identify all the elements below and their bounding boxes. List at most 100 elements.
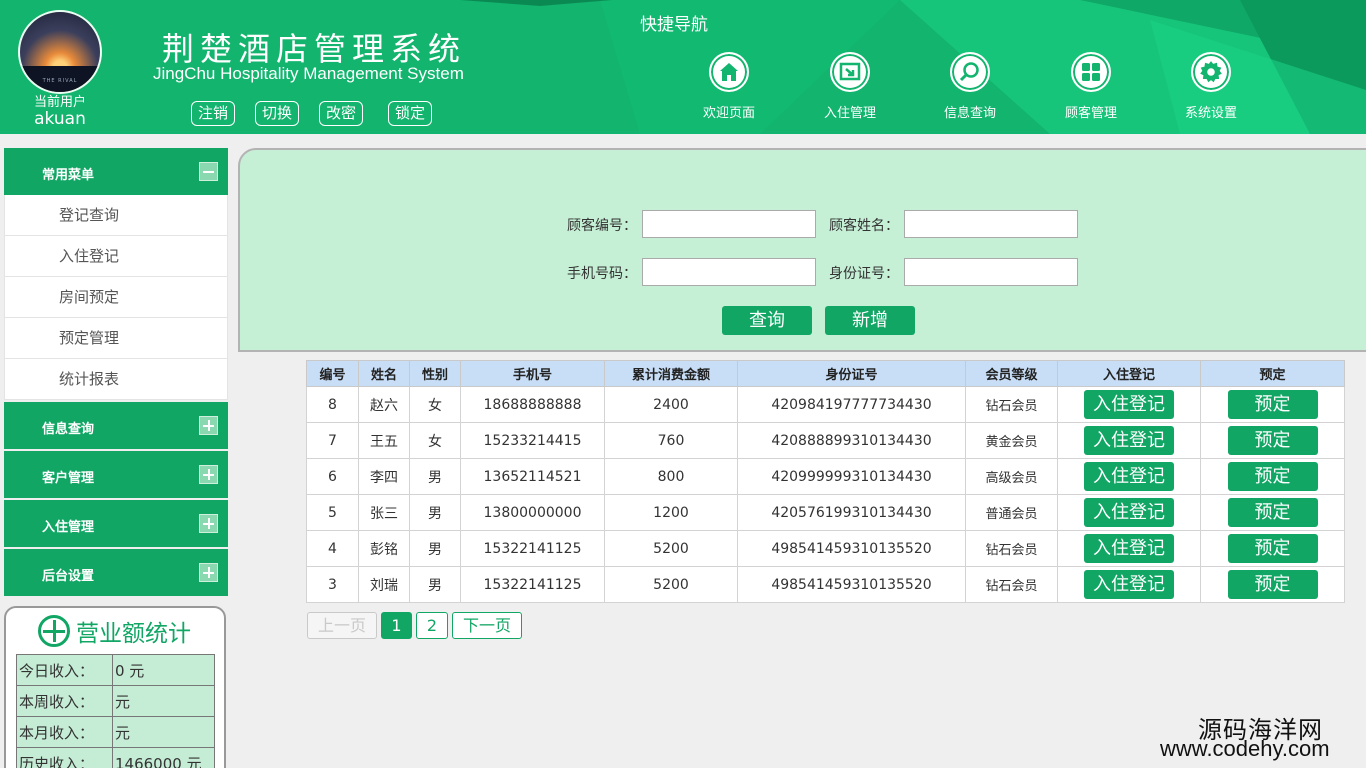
revenue-label: 历史收入： [16, 747, 113, 768]
cell-reserve: 预定 [1200, 422, 1345, 459]
lock-button[interactable]: 锁定 [388, 101, 433, 126]
checkin-button[interactable]: 入住登记 [1084, 498, 1174, 527]
sidebar-item-checkin-registration[interactable]: 入住登记 [4, 236, 228, 277]
revenue-label: 本周收入： [16, 685, 113, 717]
reserve-button[interactable]: 预定 [1227, 534, 1318, 563]
cell-gender: 男 [409, 458, 461, 495]
cell-phone: 15322141125 [460, 530, 605, 567]
prev-page-button[interactable]: 上一页 [307, 612, 377, 639]
phone-input[interactable] [642, 258, 816, 286]
table-row: 4 彭铭 男 15322141125 5200 4985414593101355… [306, 530, 1345, 567]
nav-label: 信息查询 [943, 106, 996, 121]
cell-idcard: 420984197777734430 [737, 386, 966, 423]
cell-id: 8 [306, 386, 359, 423]
cell-reserve: 预定 [1200, 494, 1345, 531]
sidebar-item-reservation-management[interactable]: 预定管理 [4, 318, 228, 359]
sidebar-group-checkin-management[interactable]: 入住管理 [4, 500, 228, 547]
checkin-button[interactable]: 入住登记 [1084, 390, 1174, 419]
nav-label: 系统设置 [1184, 106, 1237, 121]
cell-reserve: 预定 [1200, 386, 1345, 423]
reserve-button[interactable]: 预定 [1227, 570, 1318, 599]
cell-id: 6 [306, 458, 359, 495]
collapse-icon[interactable] [199, 162, 218, 181]
cell-id: 3 [306, 566, 359, 603]
add-button[interactable]: 新增 [825, 306, 915, 335]
table-row: 6 李四 男 13652114521 800 42099999931013443… [306, 458, 1345, 495]
cell-idcard: 498541459310135520 [737, 566, 966, 603]
sidebar-group-customer-management[interactable]: 客户管理 [4, 451, 228, 498]
nav-label: 顾客管理 [1064, 106, 1117, 121]
cell-spend: 5200 [604, 530, 738, 567]
checkin-button[interactable]: 入住登记 [1084, 534, 1174, 563]
cell-id: 4 [306, 530, 359, 567]
cell-level: 钻石会员 [965, 530, 1058, 567]
cell-checkin: 入住登记 [1057, 422, 1201, 459]
sidebar-item-room-reservation[interactable]: 房间预定 [4, 277, 228, 318]
customer-id-label: 顾客编号： [567, 218, 637, 234]
gear-icon [1191, 52, 1231, 92]
checkin-button[interactable]: 入住登记 [1084, 426, 1174, 455]
expand-icon[interactable] [199, 514, 218, 533]
column-header: 手机号 [460, 360, 605, 387]
cell-idcard: 420999999310134430 [737, 458, 966, 495]
next-page-button[interactable]: 下一页 [452, 612, 522, 639]
table-row: 5 张三 男 13800000000 1200 4205761993101344… [306, 494, 1345, 531]
avatar[interactable]: THE RIVAL [18, 10, 102, 94]
customer-name-input[interactable] [904, 210, 1078, 238]
revenue-panel: 营业额统计 今日收入： 0 元 本周收入：元 本月收入：元 历史收入： 146600… [4, 606, 226, 768]
reserve-button[interactable]: 预定 [1227, 390, 1318, 419]
revenue-table: 今日收入： 0 元 本周收入：元 本月收入：元 历史收入： 1466000 元 [16, 654, 215, 768]
nav-checkin[interactable]: 入住管理 [805, 52, 895, 121]
sidebar-group-info-query[interactable]: 信息查询 [4, 402, 228, 449]
cell-name: 张三 [358, 494, 410, 531]
sidebar-item-registration-query[interactable]: 登记查询 [4, 195, 228, 236]
page-2-button[interactable]: 2 [416, 612, 448, 639]
quick-nav-title: 快捷导航 [640, 15, 708, 35]
cell-phone: 13800000000 [460, 494, 605, 531]
sidebar-group-backend-settings[interactable]: 后台设置 [4, 549, 228, 596]
revenue-label: 本月收入： [16, 716, 113, 748]
nav-welcome[interactable]: 欢迎页面 [684, 52, 774, 121]
cell-level: 黄金会员 [965, 422, 1058, 459]
cell-phone: 13652114521 [460, 458, 605, 495]
column-header: 累计消费金额 [604, 360, 738, 387]
checkin-button[interactable]: 入住登记 [1084, 570, 1174, 599]
expand-icon[interactable] [199, 416, 218, 435]
reserve-button[interactable]: 预定 [1227, 426, 1318, 455]
nav-customer[interactable]: 顾客管理 [1046, 52, 1136, 121]
cell-spend: 2400 [604, 386, 738, 423]
cell-checkin: 入住登记 [1057, 386, 1201, 423]
cell-name: 彭铭 [358, 530, 410, 567]
expand-icon[interactable] [199, 563, 218, 582]
change-password-button[interactable]: 改密 [319, 101, 364, 126]
customer-id-input[interactable] [642, 210, 816, 238]
sidebar-group-common-menu[interactable]: 常用菜单 [4, 148, 228, 195]
cell-idcard: 420888899310134430 [737, 422, 966, 459]
id-card-label: 身份证号： [829, 266, 899, 282]
sidebar-item-statistics-report[interactable]: 统计报表 [4, 359, 228, 400]
checkin-button[interactable]: 入住登记 [1084, 462, 1174, 491]
switch-user-button[interactable]: 切换 [255, 101, 300, 126]
expand-icon[interactable] [199, 465, 218, 484]
cell-phone: 15322141125 [460, 566, 605, 603]
nav-label: 欢迎页面 [702, 106, 755, 121]
query-button[interactable]: 查询 [722, 306, 812, 335]
cell-name: 刘瑞 [358, 566, 410, 603]
table-row: 3 刘瑞 男 15322141125 5200 4985414593101355… [306, 566, 1345, 603]
id-card-input[interactable] [904, 258, 1078, 286]
nav-info-query[interactable]: 信息查询 [925, 52, 1015, 121]
cell-level: 普通会员 [965, 494, 1058, 531]
app-header: THE RIVAL 当前用户 akuan 荆楚酒店管理系统 JingChu Ho… [0, 0, 1366, 134]
username: akuan [34, 109, 86, 129]
page-1-button[interactable]: 1 [381, 612, 412, 639]
reserve-button[interactable]: 预定 [1227, 498, 1318, 527]
nav-settings[interactable]: 系统设置 [1166, 52, 1256, 121]
checkin-icon [830, 52, 870, 92]
revenue-value: 1466000 元 [112, 747, 215, 768]
cell-gender: 男 [409, 494, 461, 531]
table-row: 8 赵六 女 18688888888 2400 4209841977777344… [306, 386, 1345, 423]
logout-button[interactable]: 注销 [191, 101, 236, 126]
cell-spend: 5200 [604, 566, 738, 603]
reserve-button[interactable]: 预定 [1227, 462, 1318, 491]
cell-reserve: 预定 [1200, 530, 1345, 567]
